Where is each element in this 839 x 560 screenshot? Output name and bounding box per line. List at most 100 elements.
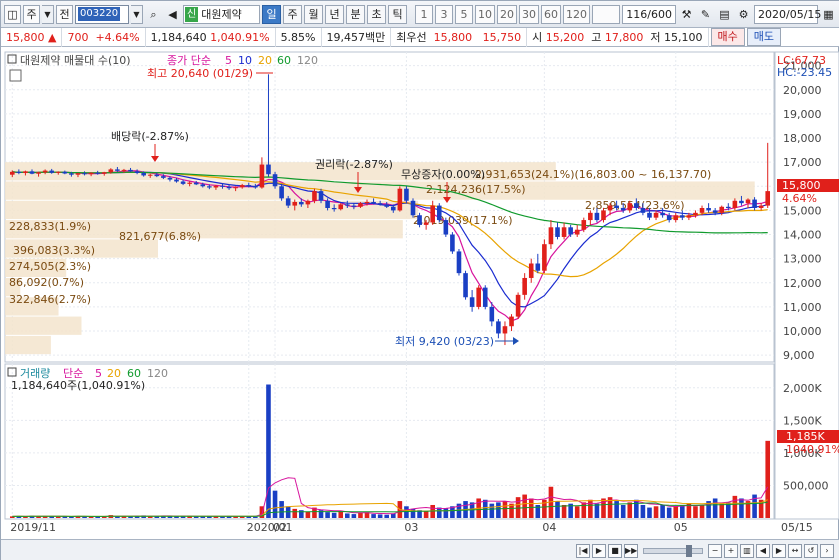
- interval-60[interactable]: 60: [541, 4, 561, 24]
- date-field[interactable]: 2020/05/15: [754, 4, 821, 24]
- period-tick-tab[interactable]: 틱: [388, 4, 407, 24]
- volume-bar: [528, 498, 534, 518]
- grid-toggle-icon[interactable]: [9, 69, 22, 82]
- candle-body: [292, 201, 298, 206]
- chevron-down-icon[interactable]: ▼: [131, 4, 143, 24]
- speaker-icon[interactable]: ◀: [164, 5, 181, 24]
- current-price-tag: 15,800: [782, 179, 821, 192]
- draw-icon[interactable]: ✎: [697, 5, 714, 24]
- volume-bar: [502, 501, 508, 518]
- candle-body: [82, 173, 87, 175]
- candle-body: [200, 184, 206, 187]
- market-select[interactable]: 전: [56, 4, 73, 24]
- volume-bar: [620, 504, 626, 518]
- candle-body: [69, 173, 74, 175]
- date-tick-label: 04: [542, 521, 556, 534]
- candle-body: [456, 251, 462, 274]
- search-icon[interactable]: ⌕: [145, 5, 162, 24]
- next-icon[interactable]: ›: [820, 543, 834, 558]
- candle-body: [555, 227, 560, 237]
- volume-profile-label: 228,833(1.9%): [9, 220, 91, 233]
- scroll-right-icon[interactable]: ▶: [772, 543, 786, 558]
- zoom-slider[interactable]: [643, 544, 703, 557]
- candle-body: [213, 185, 219, 188]
- volume-bar: [712, 498, 718, 518]
- scroll-left-icon[interactable]: ◀: [756, 543, 770, 558]
- calendar-icon[interactable]: ▦: [820, 5, 837, 24]
- mode-select[interactable]: 주: [23, 4, 40, 24]
- buy-button[interactable]: 매수: [710, 28, 745, 46]
- fit-icon[interactable]: ↔: [788, 543, 802, 558]
- volume-bar: [88, 516, 94, 518]
- gear-icon[interactable]: ⚙: [735, 5, 752, 24]
- scroll-first-icon[interactable]: |◀: [576, 543, 590, 558]
- best-bid: 최우선 15,800 15,750: [391, 27, 528, 47]
- tool-icon[interactable]: ⚒: [678, 5, 695, 24]
- candle-body: [115, 169, 120, 171]
- volume-bar: [384, 514, 390, 518]
- candle-body: [574, 229, 580, 235]
- candle-body: [745, 199, 751, 204]
- period-second-tab[interactable]: 초: [367, 4, 386, 24]
- current-price: 15,800 ▲: [1, 27, 63, 47]
- data-count-field[interactable]: 116/600: [622, 4, 676, 24]
- volume-bar: [765, 440, 771, 518]
- period-year-tab[interactable]: 년: [325, 4, 344, 24]
- candle-body: [23, 171, 28, 174]
- candle-body: [686, 215, 692, 218]
- panel-icon[interactable]: ◫: [4, 4, 21, 24]
- stop-icon[interactable]: ■: [608, 543, 622, 558]
- period-month-tab[interactable]: 월: [304, 4, 323, 24]
- play-icon[interactable]: ▶: [592, 543, 606, 558]
- fast-forward-icon[interactable]: ▶▶: [624, 543, 638, 558]
- interval-3[interactable]: 3: [435, 4, 453, 24]
- volume-bar: [699, 504, 705, 518]
- stock-code-input[interactable]: 003220: [75, 4, 129, 24]
- candle-body: [9, 171, 15, 175]
- date-axis-ticks: 2019/11 2020/0102 03 04 05 05/15: [10, 521, 812, 534]
- zoom-in-icon[interactable]: +: [724, 543, 738, 558]
- candle-body: [239, 185, 245, 188]
- reset-icon[interactable]: ↺: [804, 543, 818, 558]
- candle-body: [29, 171, 35, 174]
- zoom-out-icon[interactable]: −: [708, 543, 722, 558]
- volume-bar: [404, 506, 409, 518]
- sell-button[interactable]: 매도: [746, 28, 781, 46]
- candle-body: [167, 177, 173, 180]
- period-week-tab[interactable]: 주: [283, 4, 302, 24]
- candle-body: [522, 277, 527, 295]
- interval-10[interactable]: 10: [475, 4, 495, 24]
- candle-body: [404, 188, 409, 201]
- candle-body: [752, 199, 757, 208]
- interval-1[interactable]: 1: [415, 4, 433, 24]
- chevron-down-icon[interactable]: ▼: [42, 4, 54, 24]
- interval-20[interactable]: 20: [497, 4, 517, 24]
- volume-bar: [279, 501, 284, 518]
- save-icon[interactable]: ▤: [716, 5, 733, 24]
- volume-profile-label: 322,846(2.7%): [9, 293, 91, 306]
- chart-type-icon[interactable]: ▥: [740, 543, 754, 558]
- volume-bar: [522, 494, 527, 518]
- candle-body: [36, 172, 41, 174]
- period-day-tab[interactable]: 일: [262, 4, 281, 24]
- vol-ma-120: 120: [147, 367, 168, 380]
- volume-bar: [588, 499, 593, 518]
- price-tick-label: 15,000: [783, 204, 822, 217]
- stock-name-field[interactable]: 신 대원제약: [183, 4, 260, 24]
- interval-input[interactable]: [592, 4, 620, 24]
- candle-body: [147, 174, 153, 176]
- interval-30[interactable]: 30: [519, 4, 539, 24]
- candle-body: [220, 185, 225, 187]
- volume-bar: [660, 504, 665, 518]
- ma-legend-120: 120: [297, 54, 318, 67]
- interval-5[interactable]: 5: [455, 4, 473, 24]
- candle-body: [680, 215, 685, 218]
- price-volume-chart[interactable]: 228,833(1.9%) 396,083(3.3%) 274,505(2.3%) 8…: [1, 48, 839, 539]
- period-minute-tab[interactable]: 분: [346, 4, 365, 24]
- candle-body: [318, 191, 324, 201]
- volume-bar: [673, 506, 679, 518]
- candle-body: [430, 205, 435, 223]
- candle-body: [410, 200, 416, 216]
- candle-body: [469, 297, 475, 307]
- interval-120[interactable]: 120: [563, 4, 590, 24]
